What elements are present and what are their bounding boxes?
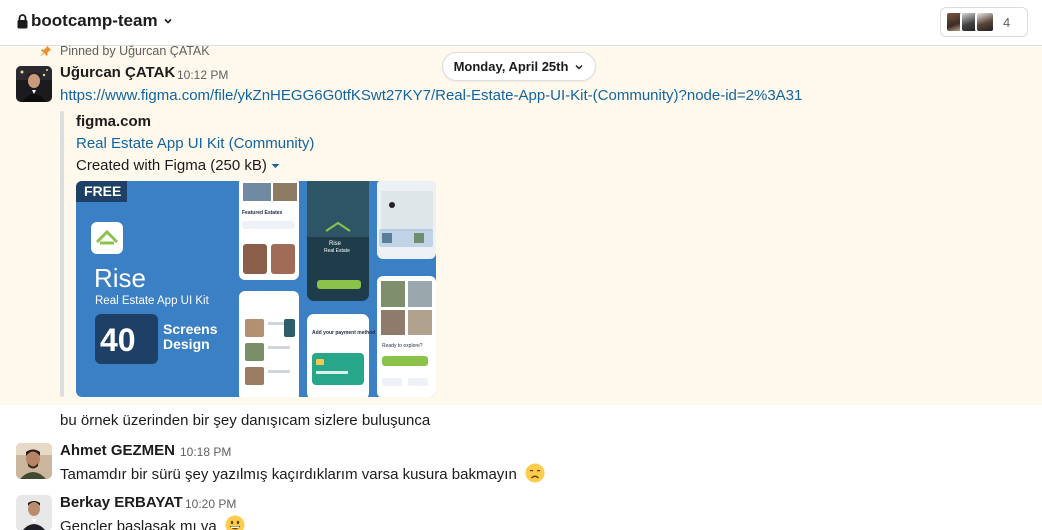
preview-artwork: FREE Rise Real Estate App UI Kit 40 Scre… (76, 181, 436, 397)
avatar[interactable] (16, 495, 52, 530)
avatar[interactable] (16, 66, 52, 102)
figma-preview-image[interactable]: FREE Rise Real Estate App UI Kit 40 Scre… (76, 181, 436, 397)
phone-subtitle: Real Estate (324, 248, 350, 254)
user-photo (16, 495, 52, 530)
unfurl-meta-text: Created with Figma (250 kB) (76, 157, 267, 174)
channel-header: bootcamp-team 4 (0, 0, 1042, 46)
pinned-by-text: Pinned by Uğurcan ÇATAK (60, 44, 210, 58)
caret-down-icon (271, 163, 280, 168)
message-timestamp[interactable]: 10:12 PM (177, 68, 228, 82)
avatar[interactable] (16, 443, 52, 479)
preview-count: 40 (100, 322, 136, 358)
user-photo (16, 66, 52, 102)
unfurl-meta[interactable]: Created with Figma (250 kB) (76, 157, 280, 174)
members-button[interactable]: 4 (940, 7, 1028, 37)
phone-brand: Rise (329, 241, 342, 247)
chevron-down-icon (164, 18, 172, 24)
pin-icon (40, 45, 52, 57)
message-author[interactable]: Berkay ERBAYAT (60, 494, 183, 511)
lock-icon (17, 13, 28, 28)
message-text: Tamamdır bir sürü şey yazılmış kaçırdıkl… (60, 463, 545, 483)
message-author[interactable]: Uğurcan ÇATAK (60, 64, 175, 81)
member-avatar (975, 11, 995, 33)
preview-screens: Screens (163, 321, 218, 337)
preview-subtitle: Real Estate App UI Kit (95, 295, 210, 307)
chevron-down-icon (575, 64, 583, 70)
message-text: bu örnek üzerinden bir şey danışıcam siz… (60, 412, 431, 429)
message-text: Gencler baslasak mı va (60, 515, 245, 530)
message-timestamp[interactable]: 10:20 PM (185, 497, 236, 511)
disappointed-face-icon (525, 463, 545, 483)
date-divider-button[interactable]: Monday, April 25th (442, 52, 596, 81)
message-body: Gencler baslasak mı va (60, 518, 217, 530)
pinned-by-label: Pinned by Uğurcan ÇATAK (40, 44, 210, 58)
unfurl-title-link[interactable]: Real Estate App UI Kit (Community) (76, 135, 314, 152)
message-timestamp[interactable]: 10:18 PM (180, 445, 231, 459)
figma-link[interactable]: https://www.figma.com/file/ykZnHEGG6G0tf… (60, 87, 802, 104)
user-photo (16, 443, 52, 479)
date-divider-label: Monday, April 25th (453, 59, 569, 74)
message-body: Tamamdır bir sürü şey yazılmış kaçırdıkl… (60, 466, 517, 483)
channel-name-button[interactable]: bootcamp-team (17, 11, 173, 31)
unfurl-border (60, 111, 64, 397)
featured-estates-label: Featured Estates (242, 210, 283, 216)
channel-name: bootcamp-team (31, 11, 158, 30)
unfurl-site: figma.com (76, 113, 152, 130)
ready-label: Ready to explore? (382, 343, 423, 349)
grinning-face-icon (225, 515, 245, 530)
badge-free: FREE (84, 183, 121, 199)
message-author[interactable]: Ahmet GEZMEN (60, 442, 175, 459)
add-payment-label: Add your payment method (312, 330, 375, 336)
preview-brand: Rise (94, 263, 146, 293)
member-count: 4 (1003, 14, 1011, 30)
preview-design: Design (163, 336, 210, 352)
